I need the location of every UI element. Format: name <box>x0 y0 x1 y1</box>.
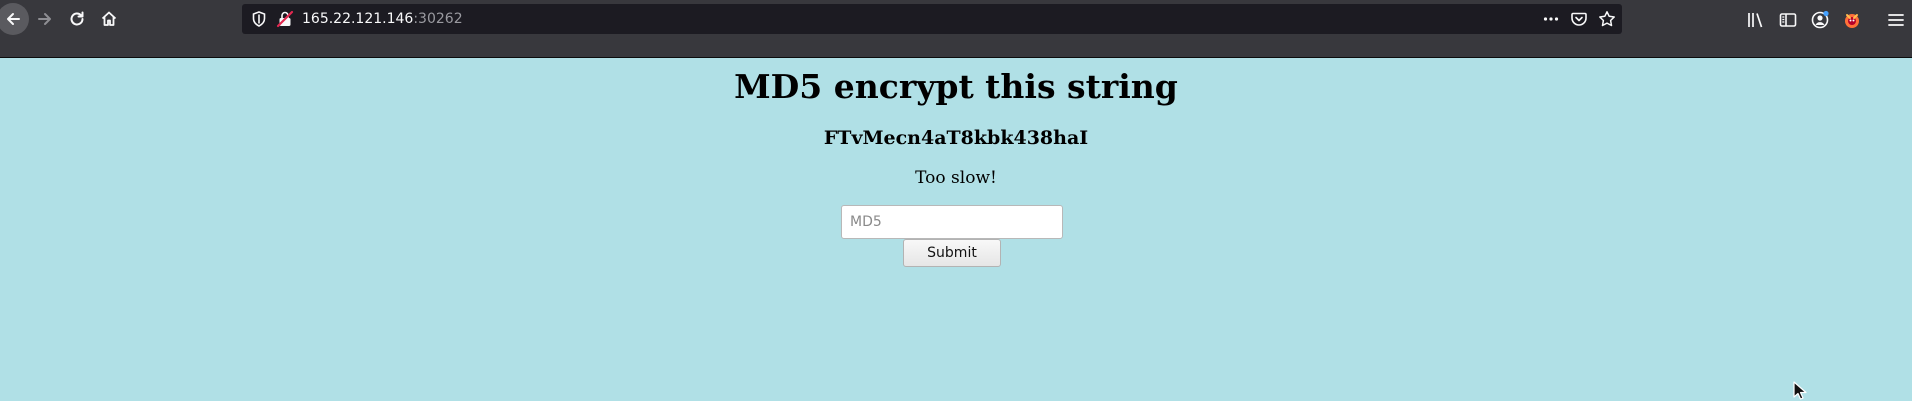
submit-button[interactable]: Submit <box>903 239 1001 267</box>
shield-icon[interactable] <box>250 10 268 28</box>
home-icon <box>101 11 117 26</box>
mouse-cursor-icon <box>1793 381 1807 400</box>
page-title: MD5 encrypt this string <box>734 67 1178 106</box>
reload-button[interactable] <box>62 4 92 34</box>
sidebar-icon[interactable] <box>1778 10 1798 30</box>
url-port: :30262 <box>413 11 463 27</box>
forward-arrow-icon <box>38 13 51 25</box>
forward-button[interactable] <box>30 4 60 34</box>
url-text[interactable]: 165.22.121.146:30262 <box>302 4 463 34</box>
bookmark-star-icon[interactable] <box>1598 10 1616 28</box>
extension-icon[interactable] <box>1842 10 1862 30</box>
back-button[interactable] <box>0 3 29 35</box>
pocket-icon[interactable] <box>1570 10 1588 28</box>
reload-icon <box>70 11 84 26</box>
page-content: MD5 encrypt this string FTvMecn4aT8kbk43… <box>0 59 1912 401</box>
status-message: Too slow! <box>915 168 997 188</box>
library-icon[interactable] <box>1746 10 1766 30</box>
browser-toolbar: 165.22.121.146:30262 <box>0 0 1912 58</box>
more-actions-icon[interactable] <box>1542 10 1560 28</box>
url-host: 165.22.121.146 <box>302 11 414 27</box>
home-button[interactable] <box>94 4 124 34</box>
url-bar[interactable]: 165.22.121.146:30262 <box>242 4 1622 34</box>
challenge-string: FTvMecn4aT8kbk438haI <box>823 127 1089 149</box>
menu-icon[interactable] <box>1886 10 1906 30</box>
back-arrow-icon <box>7 13 20 25</box>
account-icon[interactable] <box>1810 10 1830 30</box>
md5-input[interactable] <box>841 205 1063 239</box>
insecure-lock-icon[interactable] <box>276 10 294 28</box>
